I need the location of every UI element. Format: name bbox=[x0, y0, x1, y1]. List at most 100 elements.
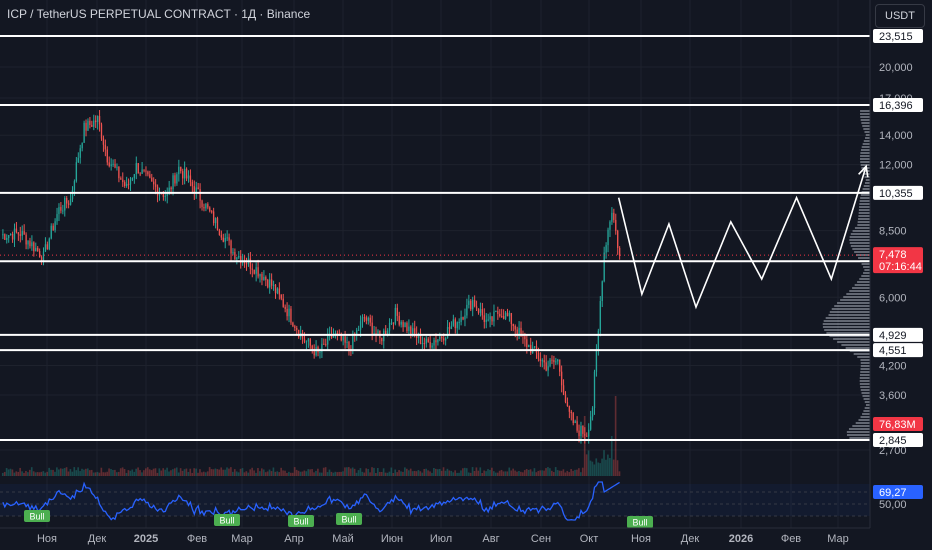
volume-bar bbox=[148, 469, 151, 476]
profile-bar bbox=[858, 257, 870, 259]
candle bbox=[44, 244, 47, 252]
candle bbox=[464, 315, 466, 320]
volume-bar bbox=[551, 470, 553, 476]
profile-bar bbox=[857, 356, 870, 358]
volume-bar bbox=[504, 471, 507, 476]
candle bbox=[371, 322, 373, 335]
candle bbox=[582, 426, 584, 434]
volume-bar bbox=[141, 472, 143, 476]
currency-button[interactable]: USDT bbox=[875, 4, 925, 28]
volume-bar bbox=[65, 467, 68, 476]
volume-bar bbox=[208, 467, 211, 476]
volume-bar bbox=[473, 471, 476, 476]
candle bbox=[584, 433, 586, 436]
volume-bar bbox=[525, 469, 528, 476]
volume-bar bbox=[458, 472, 460, 476]
volume-bar bbox=[197, 472, 199, 476]
candle bbox=[261, 274, 263, 281]
candle bbox=[512, 324, 514, 327]
volume-bar bbox=[460, 470, 462, 476]
profile-bar bbox=[825, 317, 870, 319]
candle bbox=[545, 362, 547, 371]
volume-bar bbox=[415, 471, 418, 476]
candle bbox=[591, 407, 594, 417]
volume-bar bbox=[465, 468, 468, 476]
volume-bar bbox=[349, 468, 352, 476]
profile-bar bbox=[863, 272, 870, 274]
profile-bar bbox=[858, 212, 870, 214]
volume-bar bbox=[583, 416, 586, 476]
candle bbox=[236, 257, 238, 260]
candle bbox=[537, 352, 540, 359]
volume-bar bbox=[216, 469, 219, 476]
candle bbox=[528, 344, 530, 347]
profile-bar bbox=[860, 119, 870, 121]
volume-bar bbox=[100, 467, 103, 476]
volume-bar bbox=[117, 471, 120, 476]
profile-bar bbox=[865, 137, 870, 139]
candle bbox=[118, 166, 120, 179]
volume-bar bbox=[355, 472, 358, 476]
candle bbox=[599, 301, 601, 331]
volume-bar bbox=[288, 471, 290, 476]
candle bbox=[611, 212, 613, 222]
volume-bar bbox=[290, 472, 292, 476]
profile-bar bbox=[865, 404, 870, 406]
candle bbox=[408, 326, 410, 332]
profile-bar bbox=[846, 431, 870, 433]
volume-bar bbox=[170, 470, 172, 476]
volume-bar bbox=[222, 469, 224, 476]
candle bbox=[122, 179, 124, 183]
volume-bar bbox=[253, 470, 255, 476]
volume-bar bbox=[419, 471, 422, 476]
profile-bar bbox=[860, 113, 870, 115]
profile-bar bbox=[822, 326, 870, 328]
volume-bar bbox=[367, 469, 369, 476]
price-tick: 20,000 bbox=[879, 62, 913, 74]
volume-bar bbox=[94, 472, 97, 476]
volume-label: 76,83M bbox=[879, 419, 916, 431]
volume-bar bbox=[133, 471, 136, 476]
profile-bar bbox=[862, 188, 870, 190]
projection-path[interactable] bbox=[617, 164, 869, 310]
volume-bar bbox=[512, 468, 514, 476]
candle bbox=[292, 322, 294, 327]
profile-bar bbox=[848, 428, 870, 430]
profile-bar bbox=[860, 164, 870, 166]
projection-line[interactable] bbox=[617, 166, 867, 310]
volume-bar bbox=[73, 467, 76, 476]
candle bbox=[96, 116, 99, 123]
volume-bar bbox=[322, 467, 325, 476]
volume-bar bbox=[371, 467, 373, 476]
candle bbox=[278, 288, 281, 295]
candle bbox=[137, 163, 139, 174]
volume-bar bbox=[280, 467, 282, 476]
volume-bar bbox=[139, 470, 141, 476]
candle bbox=[555, 361, 557, 363]
candle bbox=[164, 195, 166, 197]
profile-bar bbox=[855, 422, 870, 424]
volume-bar bbox=[114, 469, 116, 476]
candle bbox=[357, 329, 360, 331]
candle bbox=[342, 336, 344, 341]
candle bbox=[530, 344, 532, 354]
candle bbox=[282, 298, 284, 307]
candle bbox=[180, 166, 182, 172]
candle bbox=[454, 319, 456, 329]
candle bbox=[613, 212, 615, 220]
candle bbox=[58, 207, 60, 215]
profile-bar bbox=[863, 128, 870, 130]
volume-bar bbox=[59, 468, 62, 476]
volume-bar bbox=[485, 471, 487, 476]
price-tick: 12,000 bbox=[879, 160, 913, 172]
candle bbox=[141, 169, 143, 174]
volume-bar bbox=[311, 469, 313, 476]
time-tick: Июл bbox=[430, 533, 452, 545]
profile-bar bbox=[837, 341, 870, 343]
profile-bar bbox=[849, 437, 870, 439]
profile-bar bbox=[860, 161, 870, 163]
volume-bar bbox=[409, 468, 412, 476]
candle bbox=[319, 351, 321, 353]
candle bbox=[48, 238, 50, 250]
chart-canvas[interactable]: BullBullBullBullBull 20,00017,00014,0001… bbox=[0, 0, 932, 550]
